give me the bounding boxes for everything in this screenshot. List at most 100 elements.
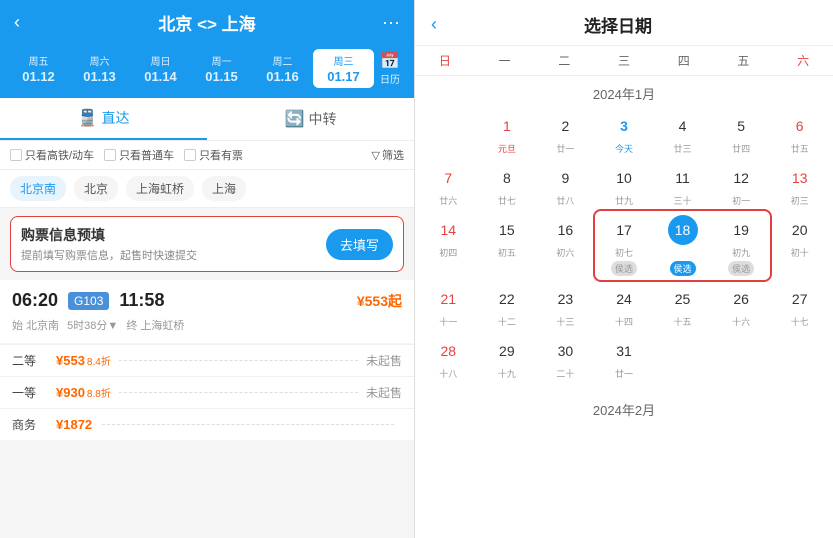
cal-day-4[interactable]: 4 廿三: [653, 107, 712, 159]
seat-row-business[interactable]: 商务 ¥1872: [0, 408, 414, 440]
arrival-time: 11:58: [119, 290, 164, 311]
cal-day-number: 31: [609, 336, 639, 366]
weekday-sun: 日: [415, 46, 475, 75]
tab-transfer[interactable]: 🔄 中转: [207, 98, 414, 140]
cal-day-28[interactable]: 28 十八: [419, 332, 478, 384]
cal-day-3[interactable]: 3 今天: [595, 107, 654, 159]
cal-day-10[interactable]: 10 廿九: [595, 159, 654, 211]
cal-day-27[interactable]: 27 十七: [770, 280, 829, 332]
cal-lunar-text: 今天: [615, 142, 633, 155]
date-item-sun[interactable]: 周日 01.14: [130, 49, 191, 88]
promo-fill-button[interactable]: 去填写: [326, 229, 393, 260]
cal-day-number: 27: [785, 284, 815, 314]
more-icon[interactable]: ···: [376, 12, 400, 33]
back-icon[interactable]: ‹: [14, 12, 38, 33]
filter-high-speed[interactable]: 只看高铁/动车: [10, 147, 94, 163]
cal-day-14[interactable]: 14 初四: [419, 211, 478, 280]
cal-day-number: 19: [726, 215, 756, 245]
station-tab-shanghai[interactable]: 上海: [202, 176, 246, 201]
tab-direct[interactable]: 🚆 直达: [0, 98, 207, 140]
cal-day-15[interactable]: 15 初五: [478, 211, 537, 280]
filter-label: 只看普通车: [119, 147, 174, 163]
cal-lunar-text: 廿七: [498, 194, 516, 207]
cal-day-1[interactable]: 1 元旦: [478, 107, 537, 159]
date-item-sat[interactable]: 周六 01.13: [69, 49, 130, 88]
train-price[interactable]: ¥553起: [357, 291, 402, 311]
seat-rows: 二等 ¥553 8.4折 未起售 一等 ¥930 8.8折 未起售 商务 ¥18…: [0, 344, 414, 440]
cal-day-12[interactable]: 12 初一: [712, 159, 771, 211]
calendar-header: ‹ 选择日期: [415, 0, 833, 46]
weekday-label: 周一: [212, 53, 232, 68]
cal-day-17[interactable]: 17 初七 侯选: [595, 211, 654, 280]
cal-day-19[interactable]: 19 初九 侯选: [712, 211, 771, 280]
calendar-body: 2024年1月 1 元旦 2 廿一 3 今天 4: [415, 76, 833, 538]
cal-day-16[interactable]: 16 初六: [536, 211, 595, 280]
tab-direct-label: 直达: [101, 108, 129, 128]
date-item-fri[interactable]: 周五 01.12: [8, 49, 69, 88]
date-item-wed[interactable]: 周三 01.17: [313, 49, 374, 88]
date-value: 01.16: [266, 69, 299, 84]
cal-day-18[interactable]: 18 初八 侯选: [653, 211, 712, 280]
calendar-back-icon[interactable]: ‹: [431, 14, 437, 35]
date-item-mon[interactable]: 周一 01.15: [191, 49, 252, 88]
filter-has-ticket[interactable]: 只看有票: [184, 147, 243, 163]
cal-day-number: 22: [492, 284, 522, 314]
cal-day-31[interactable]: 31 廿一: [595, 332, 654, 384]
seat-row-first[interactable]: 一等 ¥930 8.8折 未起售: [0, 376, 414, 408]
cal-lunar-text: 初一: [732, 194, 750, 207]
cal-day-7[interactable]: 7 廿六: [419, 159, 478, 211]
cal-day-21[interactable]: 21 十一: [419, 280, 478, 332]
cal-day-20[interactable]: 20 初十: [770, 211, 829, 280]
cal-day-number: 24: [609, 284, 639, 314]
station-tab-shanghai-hongqiao[interactable]: 上海虹桥: [126, 176, 194, 201]
cal-day-24[interactable]: 24 十四: [595, 280, 654, 332]
cal-day-8[interactable]: 8 廿七: [478, 159, 537, 211]
cal-day-5[interactable]: 5 廿四: [712, 107, 771, 159]
cal-day-9[interactable]: 9 廿八: [536, 159, 595, 211]
cal-day-2[interactable]: 2 廿一: [536, 107, 595, 159]
cal-day-25[interactable]: 25 十五: [653, 280, 712, 332]
promo-title: 购票信息预填: [21, 225, 326, 245]
cal-day-29[interactable]: 29 十九: [478, 332, 537, 384]
cal-day-23[interactable]: 23 十三: [536, 280, 595, 332]
cal-day-number: 12: [726, 163, 756, 193]
weekday-sat: 六: [773, 46, 833, 75]
cal-day-6[interactable]: 6 廿五: [770, 107, 829, 159]
seat-type-label: 商务: [12, 416, 52, 433]
filter-button[interactable]: ▽ 筛选: [372, 147, 404, 163]
weekday-label: 周二: [273, 53, 293, 68]
cal-day-number: 30: [550, 336, 580, 366]
cal-lunar-text: 初三: [791, 194, 809, 207]
tab-transfer-label: 中转: [308, 109, 336, 129]
cal-day-number: 14: [433, 215, 463, 245]
cal-lunar-text: 十七: [791, 315, 809, 328]
filter-normal[interactable]: 只看普通车: [104, 147, 174, 163]
cal-day-number: 5: [726, 111, 756, 141]
calendar-title: 选择日期: [445, 12, 791, 37]
station-tab-beijing[interactable]: 北京: [74, 176, 118, 201]
seat-discount: 8.4折: [87, 353, 111, 368]
cal-lunar-text: 初十: [791, 246, 809, 259]
cal-day-number: 25: [668, 284, 698, 314]
date-item-tue[interactable]: 周二 01.16: [252, 49, 313, 88]
station-tab-beijing-south[interactable]: 北京南: [10, 176, 66, 201]
departure-station: 始 北京南: [12, 317, 59, 333]
weekday-label: 周五: [29, 53, 49, 68]
seat-dots: [119, 360, 358, 361]
checkbox-icon: [104, 149, 116, 161]
cal-day-30[interactable]: 30 二十: [536, 332, 595, 384]
cal-day-26[interactable]: 26 十六: [712, 280, 771, 332]
cal-day-13[interactable]: 13 初三: [770, 159, 829, 211]
cal-lunar-text: 十三: [556, 315, 574, 328]
cal-badge: 侯选: [611, 261, 637, 276]
cal-lunar-text: 十五: [674, 315, 692, 328]
calendar-button[interactable]: 📅 日历: [374, 47, 406, 90]
seat-price: ¥930: [56, 385, 85, 400]
cal-day-11[interactable]: 11 三十: [653, 159, 712, 211]
mode-tabs: 🚆 直达 🔄 中转: [0, 98, 414, 141]
cal-day-22[interactable]: 22 十二: [478, 280, 537, 332]
duration: 5时38分▼: [67, 317, 118, 333]
seat-row-second[interactable]: 二等 ¥553 8.4折 未起售: [0, 344, 414, 376]
cal-day-number: 23: [550, 284, 580, 314]
cal-lunar-text: 廿五: [791, 142, 809, 155]
